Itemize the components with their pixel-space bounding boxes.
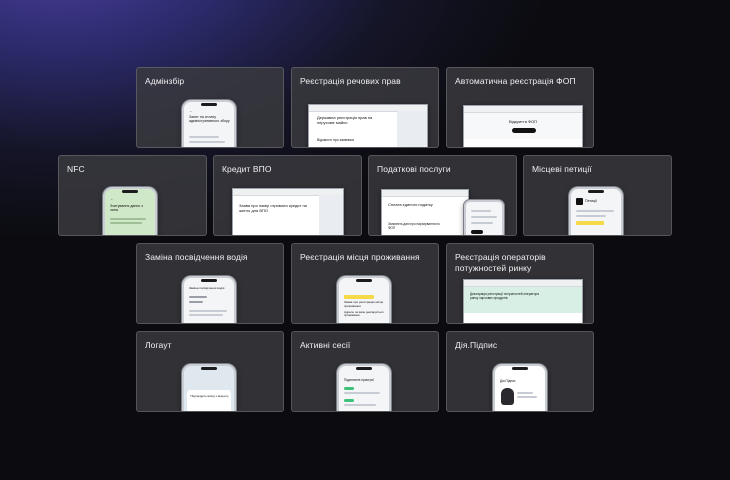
card-title: Автоматична реєстрація ФОП: [455, 76, 576, 86]
preview-heading: Державна реєстрація прав на нерухоме май…: [317, 115, 373, 125]
card-reiestratsiia-mistsia[interactable]: Реєстрація місця проживання Заява про ре…: [291, 243, 439, 324]
desktop-topbar: [382, 190, 468, 197]
card-zamina-posvidchennia[interactable]: Заміна посвідчення водія Заміна посвідче…: [136, 243, 284, 324]
card-podatkovi-poslugy[interactable]: Податкові послуги Сплата єдиного податку…: [368, 155, 517, 236]
card-title: Адмінзбір: [145, 76, 185, 86]
phone-mockup: ← Запит на сплату адміністративного збор…: [182, 100, 236, 147]
preview-button: [471, 230, 483, 234]
card-title: Реєстрація операторів потужностей ринку: [455, 252, 546, 273]
desktop-hero: [464, 287, 582, 313]
phone-mockup: ← Зчитування даних з чипа: [103, 187, 157, 235]
preview-line: [189, 141, 225, 143]
phone-mockup: Підключені пристрої: [337, 364, 391, 411]
card-reiestratsiia-operatoriv[interactable]: Реєстрація операторів потужностей ринку …: [446, 243, 594, 324]
preview-line: [576, 210, 614, 212]
preview-subheading: Адреса, за якою декларується проживання: [344, 310, 384, 318]
phone-notch: [588, 190, 604, 193]
preview-subheading: Заповніть дані про нарахування по ФОП: [388, 222, 440, 230]
phone-mockup: Петиції: [569, 187, 623, 235]
preview-heading: Зчитування даних з чипа: [110, 204, 143, 213]
card-kredyt-vpo[interactable]: Кредит ВПО Заява про намір отримати кред…: [213, 155, 362, 236]
desktop-mockup: Заява про намір отримати кредит на житло…: [232, 188, 344, 235]
desktop-hero: [464, 113, 582, 139]
phone-mockup: Заміна посвідчення водія: [182, 276, 236, 323]
card-nfc[interactable]: NFC ← Зчитування даних з чипа: [58, 155, 207, 236]
desktop-mockup: Відкриття ФОП: [463, 105, 583, 147]
preview-heading: Запит на сплату адміністративного збору: [189, 115, 230, 124]
card-title: Реєстрація речових прав: [300, 76, 401, 86]
preview-heading: Заява про реєстрацію місця проживання: [344, 300, 384, 308]
preview-line: [110, 218, 146, 220]
desktop-mockup: Сплата єдиного податку Заповніть дані пр…: [381, 189, 469, 235]
preview-line: [110, 222, 142, 224]
phone-mockup: Підтвердіть вихід з акаунту: [182, 364, 236, 411]
card-title: NFC: [67, 164, 85, 174]
phone-notch: [356, 279, 372, 282]
preview-line: [471, 216, 497, 218]
preview-line: [344, 392, 380, 394]
phone-notch: [201, 279, 217, 282]
preview-heading: Підключені пристрої: [344, 378, 375, 382]
phone-mockup: [464, 200, 504, 235]
avatar: [501, 388, 514, 405]
card-aktyvni-sesii[interactable]: Активні сесії Підключені пристрої: [291, 331, 439, 412]
card-rechovi-prava[interactable]: Реєстрація речових прав Державна реєстра…: [291, 67, 439, 148]
preview-button: [512, 128, 536, 133]
phone-mockup: Дія.Підпис: [493, 364, 547, 411]
preview-line: [576, 215, 606, 217]
desktop-topbar: [464, 106, 582, 113]
preview-heading: Дія.Підпис: [500, 379, 516, 383]
preview-app-icon: [576, 198, 583, 205]
preview-line: [189, 296, 207, 298]
preview-line: [189, 136, 219, 138]
preview-line: [189, 301, 203, 303]
card-title: Кредит ВПО: [222, 164, 272, 174]
card-title: Логаут: [145, 340, 172, 350]
phone-notch: [356, 367, 372, 370]
preview-line: [471, 222, 493, 224]
preview-line: [189, 314, 223, 316]
card-adminzbir[interactable]: Адмінзбір ← Запит на сплату адміністрати…: [136, 67, 284, 148]
preview-heading: Сплата єдиного податку: [388, 202, 433, 207]
preview-back-arrow-icon: ←: [189, 109, 193, 113]
desktop-side-panel: [397, 111, 427, 147]
card-title: Реєстрація місця проживання: [300, 252, 420, 262]
preview-highlight: [344, 295, 374, 299]
desktop-mockup: Державна реєстрація прав на нерухоме май…: [308, 104, 428, 147]
desktop-topbar: [464, 280, 582, 287]
card-avto-fop[interactable]: Автоматична реєстрація ФОП Відкриття ФОП: [446, 67, 594, 148]
phone-notch: [201, 367, 217, 370]
status-badge-icon: [344, 399, 354, 402]
preview-back-arrow-icon: ←: [110, 197, 114, 201]
phone-notch: [512, 367, 528, 370]
preview-heading: Декларація реєстрації потужностей операт…: [470, 292, 539, 300]
preview-heading: Заява про намір отримати кредит на житло…: [239, 203, 307, 213]
preview-line: [344, 404, 376, 406]
phone-notch: [122, 190, 138, 193]
desktop-side-panel: [319, 195, 343, 235]
preview-heading: Підтвердіть вихід з акаунту: [190, 394, 229, 398]
card-title: Податкові послуги: [377, 164, 451, 174]
card-title: Дія.Підпис: [455, 340, 498, 350]
preview-heading: Відкриття ФОП: [508, 119, 538, 124]
phone-notch: [201, 103, 217, 106]
status-badge-icon: [344, 387, 354, 390]
card-mistsevi-petytsii[interactable]: Місцеві петиції Петиції: [523, 155, 672, 236]
preview-line: [517, 392, 533, 394]
card-title: Активні сесії: [300, 340, 351, 350]
card-title: Місцеві петиції: [532, 164, 592, 174]
preview-heading: Заміна посвідчення водія: [189, 286, 225, 290]
preview-line: [517, 396, 537, 398]
card-diia-pidpys[interactable]: Дія.Підпис Дія.Підпис: [446, 331, 594, 412]
card-title: Заміна посвідчення водія: [145, 252, 248, 262]
preview-line: [189, 310, 227, 312]
preview-heading: Петиції: [585, 199, 597, 203]
preview-subheading: Відомості про заявника: [317, 138, 354, 142]
preview-line: [471, 210, 491, 212]
card-lohaut[interactable]: Логаут Підтвердіть вихід з акаунту: [136, 331, 284, 412]
preview-highlight: [576, 221, 604, 225]
desktop-mockup: Декларація реєстрації потужностей операт…: [463, 279, 583, 323]
phone-mockup: Заява про реєстрацію місця проживання Ад…: [337, 276, 391, 323]
